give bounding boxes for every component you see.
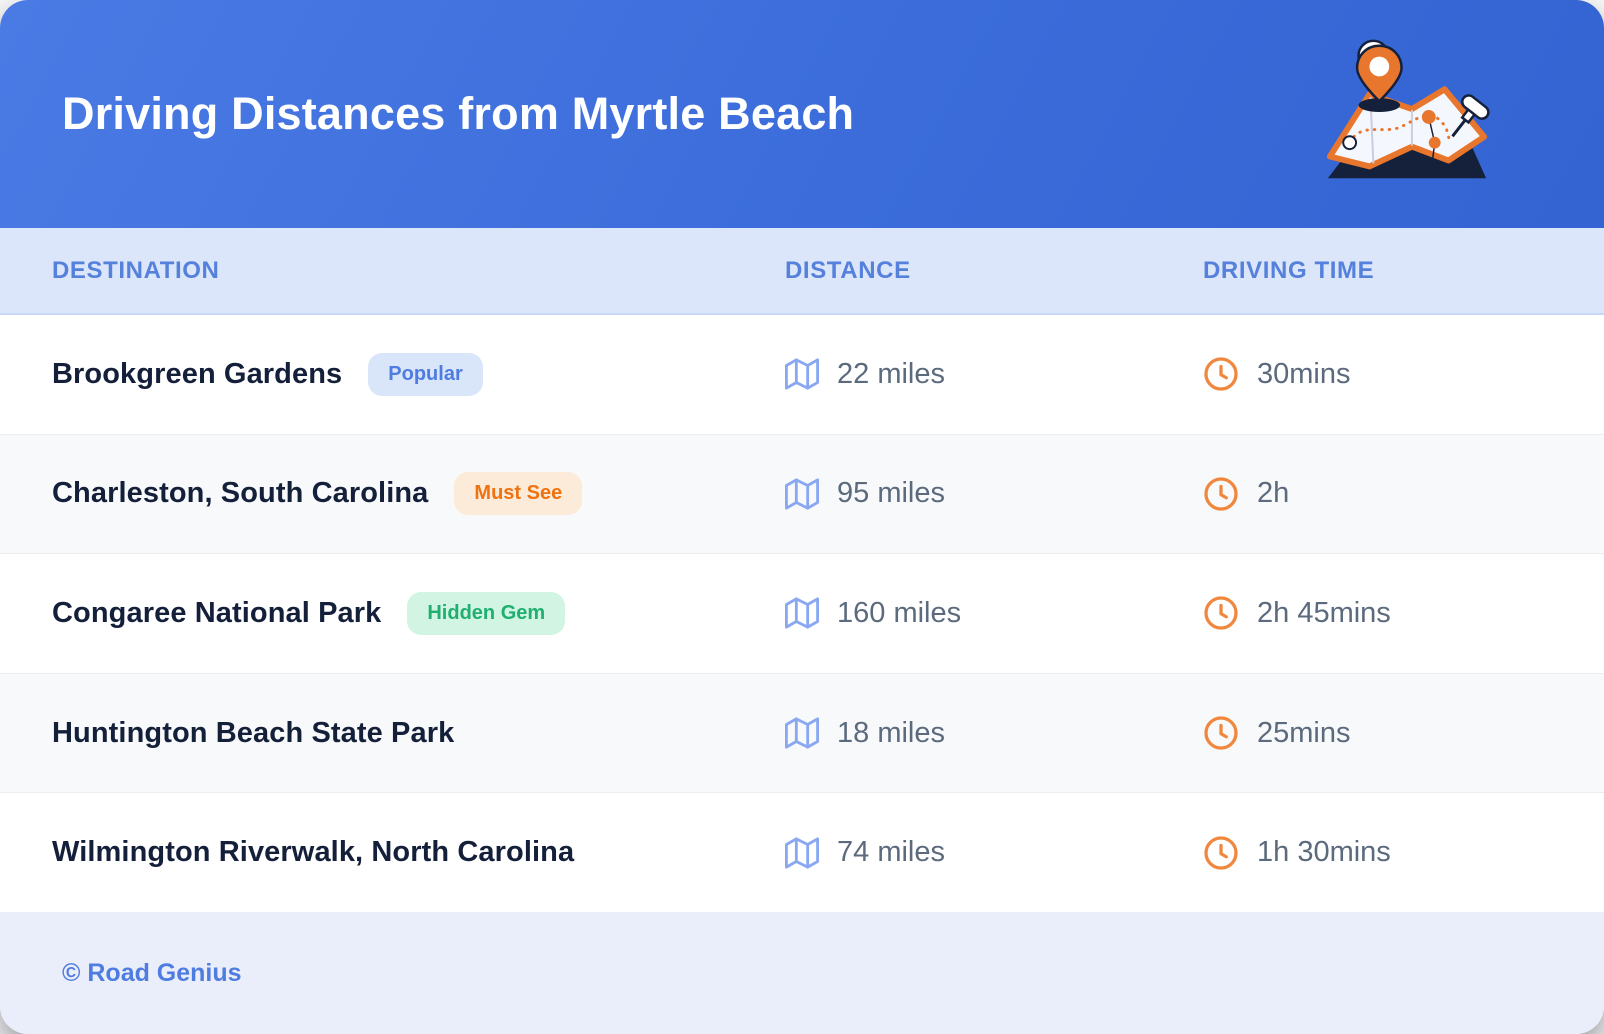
distance-cell: 95 miles [785,477,1203,511]
driving-distances-card: Driving Distances from Myrtle Beach DEST… [0,0,1604,1034]
destination-name: Charleston, South Carolina [52,477,429,510]
driving-time-value: 25mins [1257,716,1351,749]
distance-value: 74 miles [837,836,945,869]
map-icon [785,357,819,391]
column-header-distance: DISTANCE [785,256,911,284]
table-header-row: DESTINATION DISTANCE DRIVING TIME [0,228,1604,315]
driving-time-cell: 25mins [1203,715,1604,751]
table-row: Wilmington Riverwalk, North Carolina 74 … [0,793,1604,912]
driving-time-cell: 1h 30mins [1203,835,1604,871]
distance-cell: 160 miles [785,596,1203,630]
clock-icon [1203,595,1239,631]
header: Driving Distances from Myrtle Beach [0,0,1604,228]
distance-value: 18 miles [837,716,945,749]
distance-value: 22 miles [837,357,945,390]
clock-icon [1203,476,1239,512]
map-icon [785,477,819,511]
table-row: Huntington Beach State Park 18 miles 25m… [0,673,1604,794]
destination-cell: Brookgreen Gardens Popular [52,352,785,396]
destination-name: Huntington Beach State Park [52,716,455,749]
distance-cell: 22 miles [785,357,1203,391]
driving-time-cell: 2h 45mins [1203,595,1604,631]
credit-text: © Road Genius [62,958,242,987]
distance-value: 160 miles [837,596,962,629]
distance-value: 95 miles [837,477,945,510]
destination-name: Brookgreen Gardens [52,357,343,390]
table-row: Congaree National Park Hidden Gem 160 mi… [0,554,1604,674]
status-badge: Hidden Gem [407,591,566,635]
driving-time-value: 2h 45mins [1257,596,1391,629]
column-header-destination: DESTINATION [52,256,220,284]
driving-time-value: 2h [1257,477,1290,510]
column-header-driving-time: DRIVING TIME [1203,256,1375,284]
destination-cell: Wilmington Riverwalk, North Carolina [52,836,785,869]
page-title: Driving Distances from Myrtle Beach [62,88,855,139]
destination-cell: Congaree National Park Hidden Gem [52,591,785,635]
clock-icon [1203,715,1239,751]
map-icon [785,596,819,630]
destination-cell: Huntington Beach State Park [52,717,785,750]
footer: © Road Genius [0,912,1604,1034]
driving-time-cell: 2h [1203,476,1604,512]
driving-time-value: 30mins [1257,357,1351,390]
table-row: Brookgreen Gardens Popular 22 miles 30mi… [0,315,1604,435]
clock-icon [1203,356,1239,392]
status-badge: Must See [454,472,583,516]
destination-cell: Charleston, South Carolina Must See [52,472,785,516]
driving-time-value: 1h 30mins [1257,836,1391,869]
map-icon [785,836,819,870]
destination-name: Congaree National Park [52,596,382,629]
distance-cell: 18 miles [785,716,1203,750]
status-badge: Popular [368,352,483,396]
distance-cell: 74 miles [785,836,1203,870]
table-row: Charleston, South Carolina Must See 95 m… [0,434,1604,555]
map-icon [785,716,819,750]
table-body: Brookgreen Gardens Popular 22 miles 30mi… [0,315,1604,912]
clock-icon [1203,835,1239,871]
driving-time-cell: 30mins [1203,356,1604,392]
map-route-illustration [1318,35,1496,193]
destination-name: Wilmington Riverwalk, North Carolina [52,836,575,869]
